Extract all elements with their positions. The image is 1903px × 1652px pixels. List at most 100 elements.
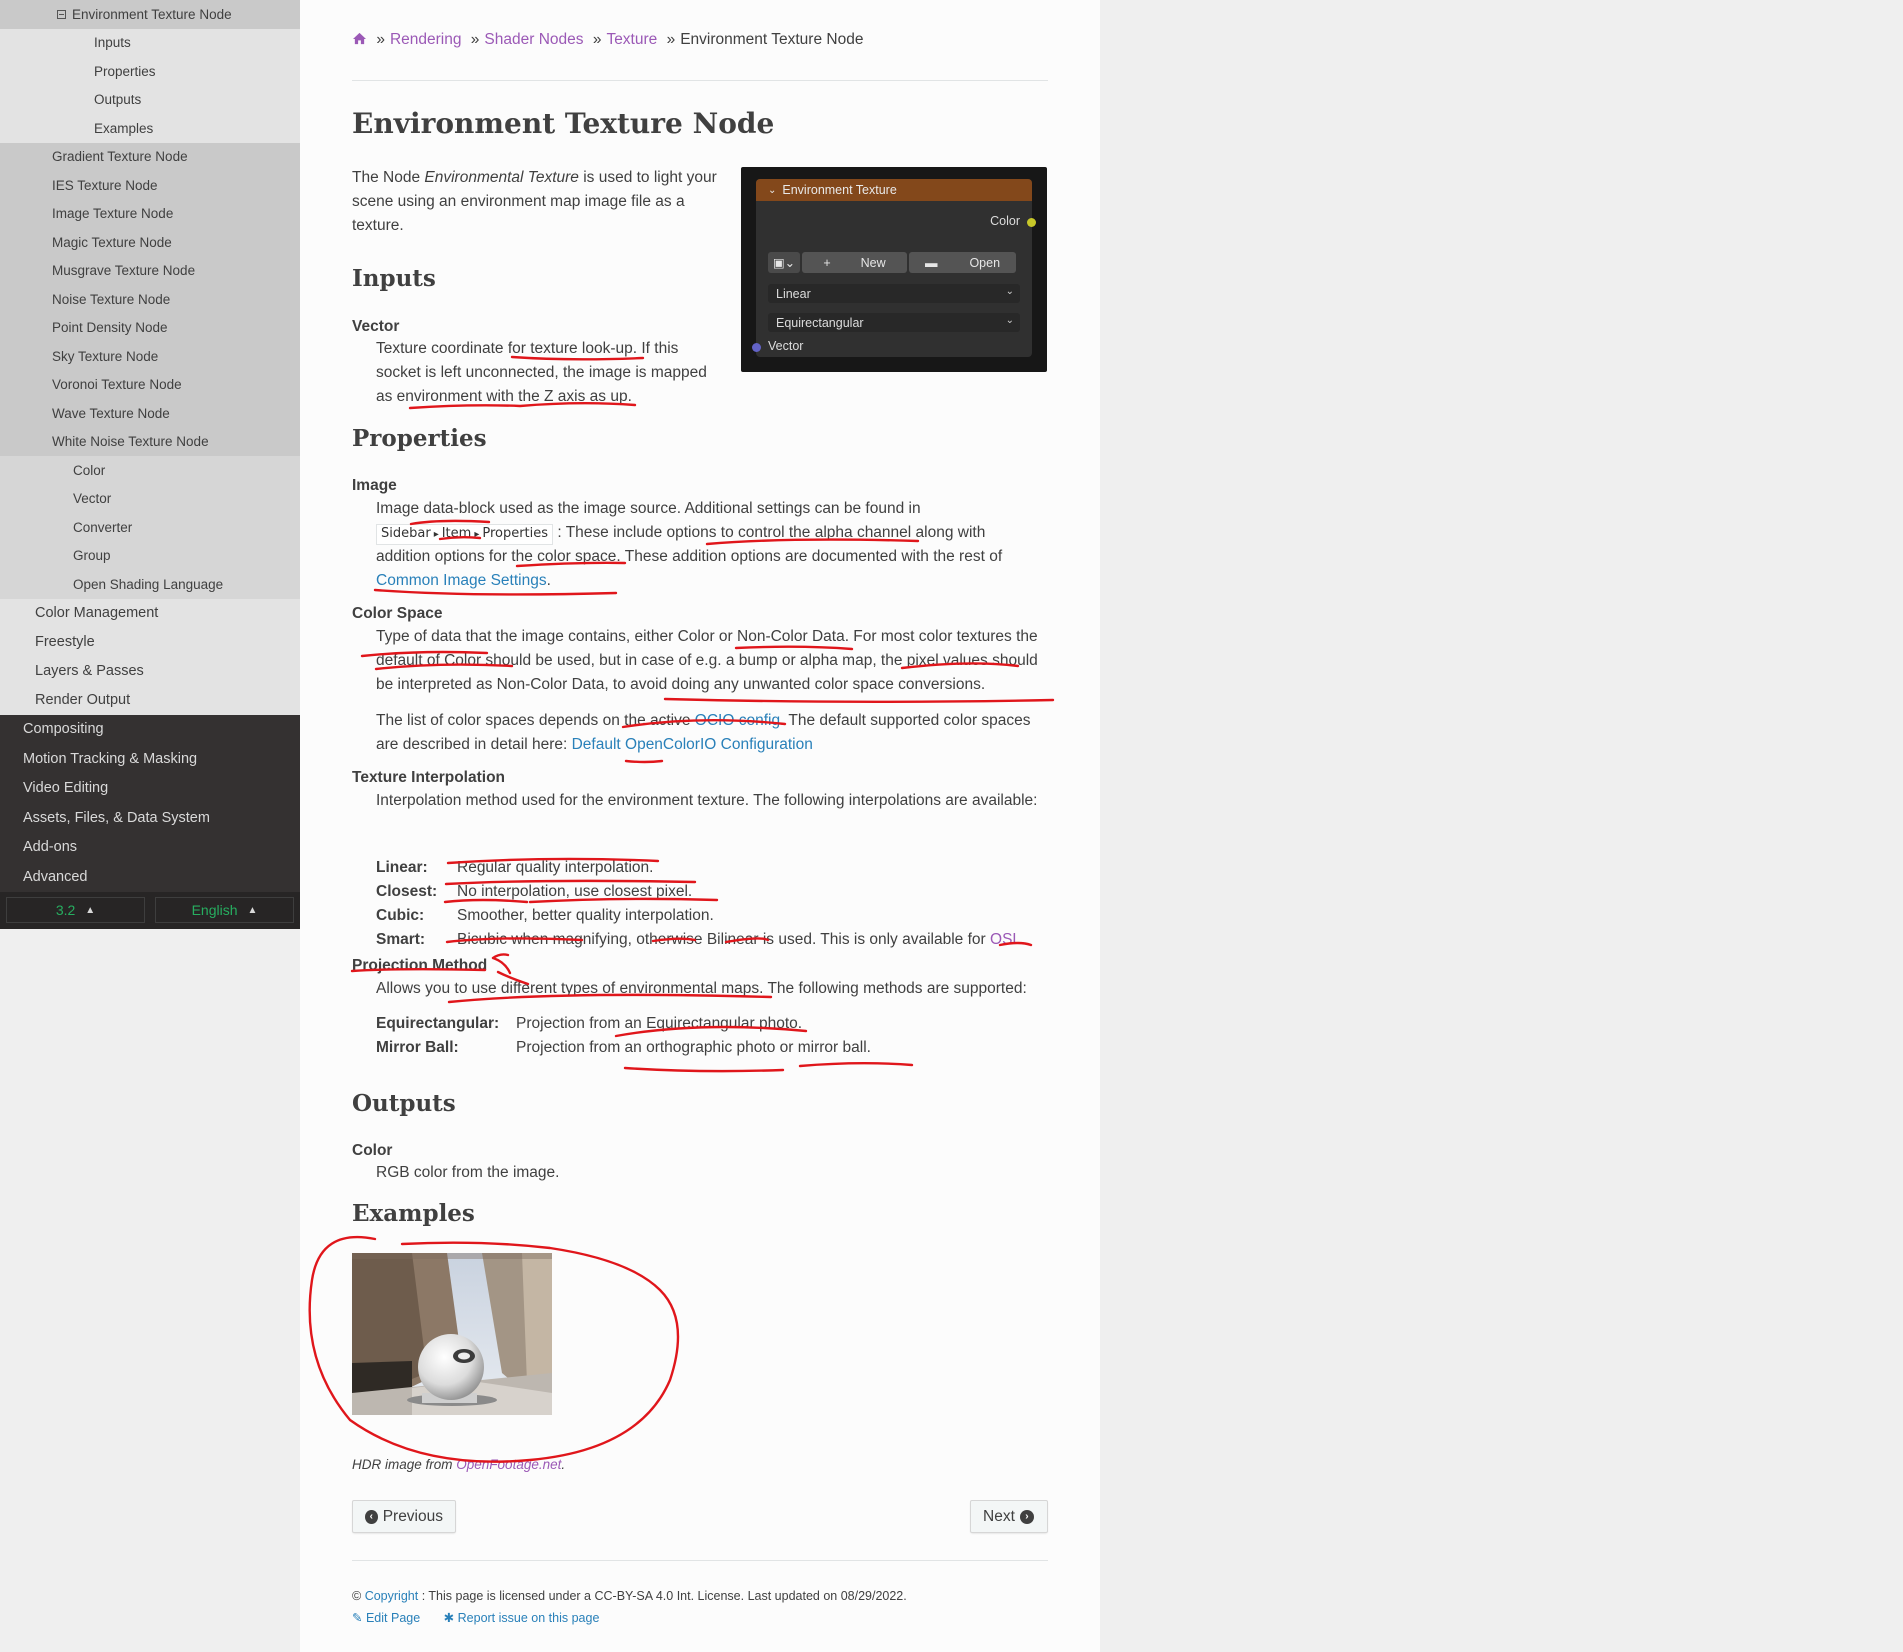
sidebar-item[interactable]: Group bbox=[0, 541, 300, 570]
previous-button[interactable]: ‹ Previous bbox=[352, 1500, 456, 1533]
sidebar-item[interactable]: Compositing bbox=[0, 714, 300, 744]
sidebar-item[interactable]: Gradient Texture Node bbox=[0, 142, 300, 171]
copyright-link[interactable]: Copyright bbox=[365, 1589, 419, 1603]
language-label: English bbox=[191, 902, 238, 918]
sidebar-item[interactable]: Layers & Passes bbox=[0, 656, 300, 686]
sidebar-item[interactable]: Examples bbox=[0, 114, 300, 143]
sidebar-item[interactable]: Sky Texture Node bbox=[0, 342, 300, 371]
page-title: Environment Texture Node bbox=[352, 107, 775, 140]
sidebar-item[interactable]: White Noise Texture Node bbox=[0, 427, 300, 456]
version-label: 3.2 bbox=[55, 902, 76, 918]
sidebar-item-label: Wave Texture Node bbox=[52, 405, 170, 421]
sidebar-item[interactable]: Freestyle bbox=[0, 627, 300, 657]
sidebar-item[interactable]: Assets, Files, & Data System bbox=[0, 803, 300, 833]
node-panel: ⌄ Environment Texture Color ▣⌄ + New ▬ Ope… bbox=[752, 179, 1036, 357]
projection-dropdown[interactable]: Equirectangular ⌄ bbox=[768, 313, 1020, 332]
language-selector[interactable]: English ▲ bbox=[155, 897, 294, 923]
menu-selection: Sidebar ▸ Item ▸ Properties bbox=[376, 524, 554, 545]
node-screenshot: ⌄ Environment Texture Color ▣⌄ + New ▬ Ope… bbox=[741, 167, 1047, 372]
node-output-color: Color bbox=[990, 214, 1020, 228]
version-selector[interactable]: 3.2 ▲ bbox=[6, 897, 145, 923]
sidebar-item[interactable]: Musgrave Texture Node bbox=[0, 256, 300, 285]
sidebar-item[interactable]: Color bbox=[0, 456, 300, 485]
sidebar-item-label: Examples bbox=[94, 120, 154, 136]
projection-description: Allows you to use different types of env… bbox=[376, 980, 1027, 997]
sidebar-item[interactable]: Video Editing bbox=[0, 773, 300, 803]
sidebar-item[interactable]: Properties bbox=[0, 57, 300, 86]
edit-page-link[interactable]: ✎ Edit Page bbox=[352, 1611, 420, 1625]
breadcrumb-texture[interactable]: Texture bbox=[606, 31, 657, 48]
sidebar-item[interactable]: Render Output bbox=[0, 685, 300, 715]
sidebar-item-label: Inputs bbox=[94, 35, 131, 51]
sidebar-item[interactable]: Point Density Node bbox=[0, 313, 300, 342]
collapse-icon[interactable] bbox=[57, 9, 66, 19]
image-buttons: ▣⌄ + New ▬ Open bbox=[768, 252, 1020, 273]
sidebar-item[interactable]: Voronoi Texture Node bbox=[0, 370, 300, 399]
ocio-config-link[interactable]: OCIO config bbox=[695, 712, 780, 729]
inputs-heading: Inputs bbox=[352, 265, 436, 292]
sidebar-item-label: Gradient Texture Node bbox=[52, 149, 188, 165]
example-caption: HDR image from OpenFootage.net. bbox=[352, 1457, 566, 1472]
breadcrumb: » Rendering » Shader Nodes » Texture » Envir… bbox=[352, 31, 863, 49]
new-image-button[interactable]: + New bbox=[802, 252, 907, 273]
breadcrumb-shader-nodes[interactable]: Shader Nodes bbox=[484, 31, 583, 48]
version-bar: 3.2 ▲ English ▲ bbox=[0, 891, 300, 929]
sidebar-item[interactable]: Environment Texture Node bbox=[0, 0, 300, 29]
sidebar-item-label: Layers & Passes bbox=[35, 663, 144, 679]
footer-links: ✎ Edit Page ✱ Report issue on this page bbox=[352, 1610, 599, 1625]
sidebar-item[interactable]: Wave Texture Node bbox=[0, 399, 300, 428]
breadcrumb-rendering[interactable]: Rendering bbox=[390, 31, 462, 48]
node-header: ⌄ Environment Texture bbox=[756, 179, 1032, 201]
sidebar-item-label: Converter bbox=[73, 519, 133, 535]
output-color-term: Color bbox=[352, 1142, 393, 1159]
sidebar-item[interactable]: Add-ons bbox=[0, 832, 300, 862]
sidebar-item-label: Advanced bbox=[23, 868, 88, 885]
sidebar-item[interactable]: Noise Texture Node bbox=[0, 285, 300, 314]
sidebar-item-label: Freestyle bbox=[35, 634, 95, 650]
common-image-settings-link[interactable]: Common Image Settings bbox=[376, 572, 547, 589]
sidebar-item[interactable]: Advanced bbox=[0, 862, 300, 892]
main-content: » Rendering » Shader Nodes » Texture » Envir… bbox=[300, 0, 1100, 1652]
interpolation-dropdown[interactable]: Linear ⌄ bbox=[768, 284, 1020, 303]
sidebar-item-label: Image Texture Node bbox=[52, 206, 174, 222]
osl-link[interactable]: OSL bbox=[990, 931, 1021, 948]
sidebar-item[interactable]: Image Texture Node bbox=[0, 199, 300, 228]
sidebar-item-label: Video Editing bbox=[23, 780, 109, 797]
chevron-down-icon: ⌄ bbox=[1005, 286, 1014, 297]
chevron-down-icon: ⌄ bbox=[768, 184, 777, 196]
sidebar-item-label: Magic Texture Node bbox=[52, 234, 172, 250]
color-space-note: The list of color spaces depends on the … bbox=[376, 712, 1031, 753]
examples-heading: Examples bbox=[352, 1200, 475, 1227]
image-browse-icon[interactable]: ▣⌄ bbox=[768, 252, 800, 273]
caret-up-icon: ▲ bbox=[247, 904, 258, 916]
sidebar-nav: Environment Texture Node Inputs Properties… bbox=[0, 0, 300, 892]
openfootage-link[interactable]: OpenFootage.net bbox=[456, 1457, 561, 1472]
image-description: Image data-block used as the image sourc… bbox=[376, 500, 1003, 589]
sidebar-item[interactable]: Inputs bbox=[0, 28, 300, 57]
sidebar-item[interactable]: IES Texture Node bbox=[0, 171, 300, 200]
breadcrumb-current: Environment Texture Node bbox=[680, 31, 864, 48]
chevron-down-icon: ⌄ bbox=[1005, 315, 1014, 326]
report-issue-link[interactable]: ✱ Report issue on this page bbox=[444, 1611, 600, 1625]
sidebar-item[interactable]: Outputs bbox=[0, 85, 300, 114]
default-ocio-link[interactable]: Default OpenColorIO Configuration bbox=[572, 736, 813, 753]
sidebar-item-label: IES Texture Node bbox=[52, 177, 158, 193]
bug-icon: ✱ bbox=[443, 1611, 455, 1625]
sidebar-item[interactable]: Open Shading Language bbox=[0, 570, 300, 599]
example-render-image bbox=[352, 1253, 552, 1415]
vector-socket-icon bbox=[752, 343, 761, 352]
arrow-circle-left-icon: ‹ bbox=[365, 1509, 378, 1524]
sidebar-item[interactable]: Vector bbox=[0, 484, 300, 513]
next-button[interactable]: Next › bbox=[970, 1500, 1048, 1533]
sidebar-item[interactable]: Motion Tracking & Masking bbox=[0, 744, 300, 774]
open-image-button[interactable]: ▬ Open bbox=[909, 252, 1016, 273]
sidebar-item[interactable]: Color Management bbox=[0, 598, 300, 628]
arrow-circle-right-icon: › bbox=[1019, 1509, 1034, 1524]
interpolation-item: Linear: Regular quality interpolation. bbox=[376, 859, 654, 876]
sidebar-item-label: Group bbox=[73, 548, 111, 564]
home-icon[interactable] bbox=[352, 31, 367, 48]
sidebar-item[interactable]: Magic Texture Node bbox=[0, 228, 300, 257]
sidebar-item-label: Voronoi Texture Node bbox=[52, 377, 182, 393]
sidebar-item-label: Compositing bbox=[23, 721, 104, 738]
sidebar-item[interactable]: Converter bbox=[0, 513, 300, 542]
